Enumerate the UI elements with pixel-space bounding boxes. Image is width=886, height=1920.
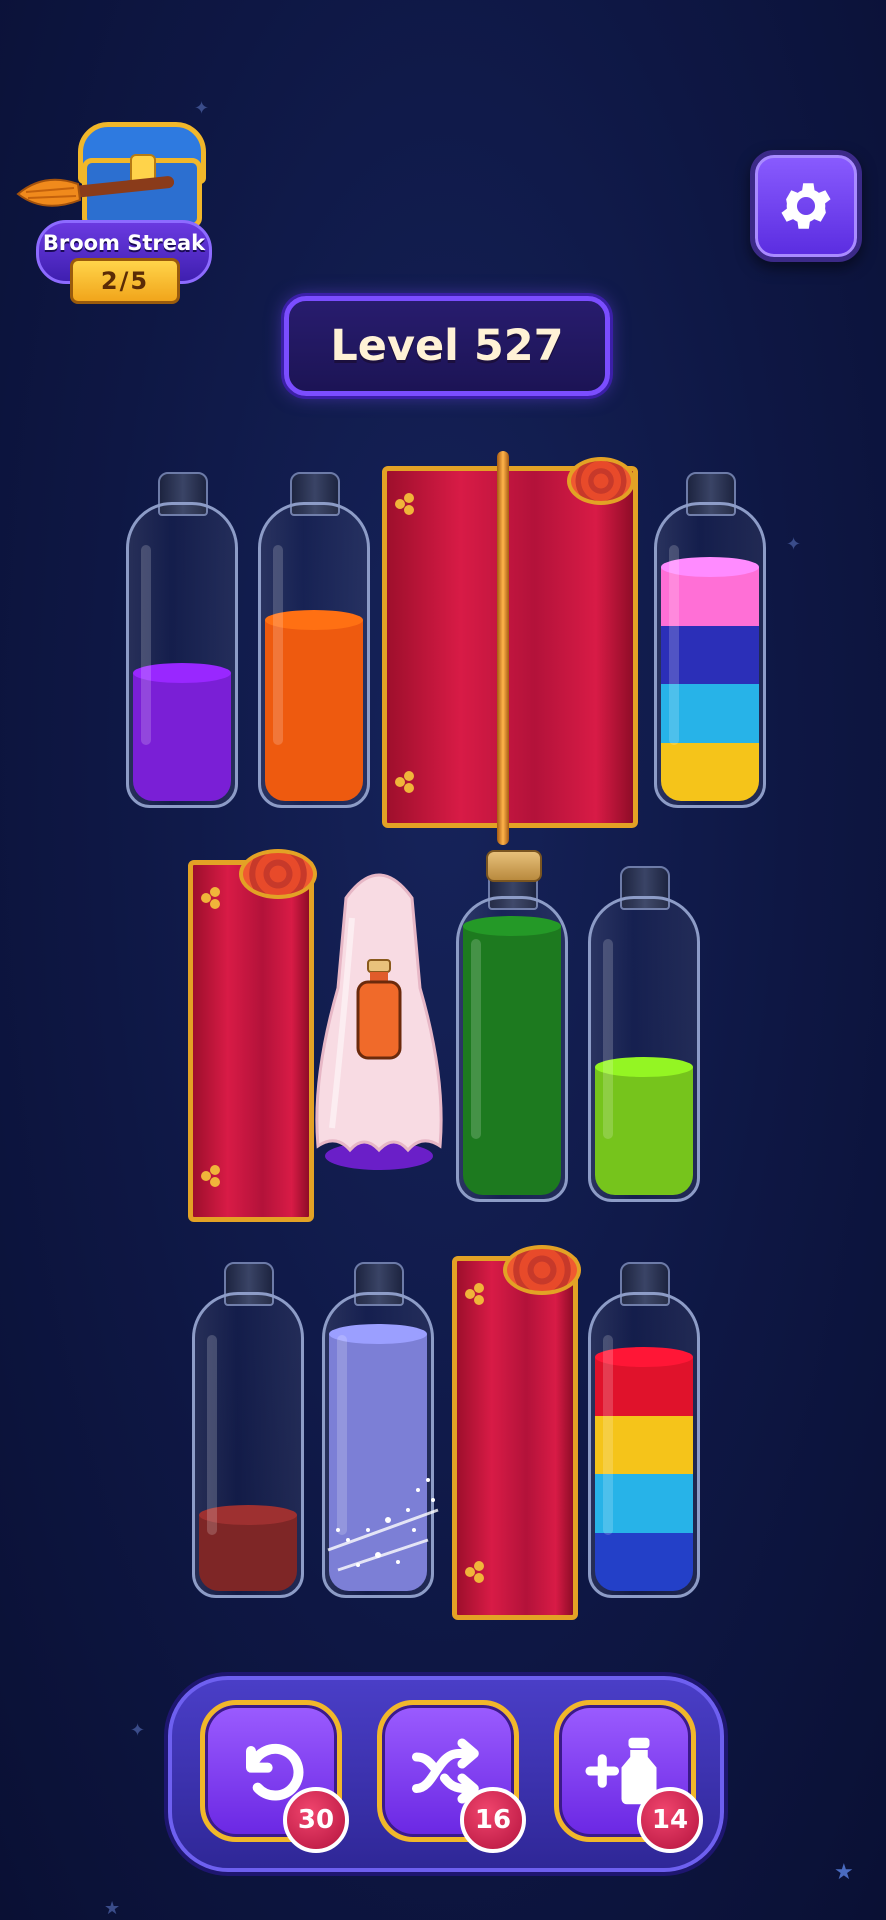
liquid-layer-blue — [595, 1532, 693, 1591]
sparkle-effect — [327, 1478, 439, 1572]
bottle-glass — [192, 1292, 304, 1598]
bottle[interactable] — [588, 866, 700, 1206]
settings-button[interactable] — [750, 150, 862, 262]
bottle[interactable] — [654, 472, 766, 812]
gear-icon — [781, 183, 831, 229]
ornament — [465, 1283, 489, 1307]
glass-shine — [603, 939, 613, 1139]
star-decoration: ✦ — [786, 534, 802, 555]
star-decoration: ★ — [104, 1898, 121, 1919]
streak-title: Broom Streak — [42, 231, 206, 255]
curtain-covered-bottles — [382, 451, 638, 845]
glass-shine — [471, 939, 481, 1139]
ornament — [465, 1561, 489, 1585]
ornament — [395, 771, 419, 795]
ornament — [201, 887, 225, 911]
cork-stopper — [486, 850, 542, 882]
add-bottle-count-badge: 14 — [637, 1787, 703, 1853]
undo-count-badge: 30 — [283, 1787, 349, 1853]
star-decoration: ✦ — [130, 1720, 146, 1741]
bottle-glass — [588, 896, 700, 1202]
bottle-glass — [456, 896, 568, 1202]
bottle[interactable] — [456, 850, 568, 1206]
glass-shine — [669, 545, 679, 745]
curtain-covered-bottle — [188, 849, 317, 1222]
bottle-glass — [654, 502, 766, 808]
liquid-layer-yellow — [661, 742, 759, 801]
bottle-glass — [588, 1292, 700, 1598]
shuffle-count-badge: 16 — [460, 1787, 526, 1853]
glass-shine — [141, 545, 151, 745]
curtain-roll — [239, 849, 317, 899]
ghost-covered-bottle — [312, 858, 446, 1172]
bottle-glass — [126, 502, 238, 808]
bottle-glass — [258, 502, 370, 808]
bottle[interactable] — [258, 472, 370, 812]
potion-icon — [356, 959, 402, 1060]
add-bottle-button[interactable]: 14 — [554, 1700, 703, 1853]
bottle[interactable] — [126, 472, 238, 812]
curtain-pole — [497, 451, 509, 845]
star-decoration: ✦ — [194, 98, 210, 119]
broom-streak-widget[interactable]: Broom Streak 2/5 — [12, 118, 212, 308]
bottle[interactable] — [588, 1262, 700, 1602]
streak-count: 2/5 — [70, 258, 180, 304]
broom-icon — [16, 176, 174, 207]
star-decoration: ★ — [834, 1860, 854, 1885]
undo-button[interactable]: 30 — [200, 1700, 349, 1853]
ornament — [201, 1165, 225, 1189]
glass-shine — [603, 1335, 613, 1535]
glass-shine — [207, 1335, 217, 1535]
curtain-covered-bottle — [452, 1245, 581, 1620]
level-label: Level 527 — [330, 321, 564, 371]
level-banner: Level 527 — [284, 296, 610, 396]
ornament — [395, 493, 419, 517]
bottle[interactable] — [192, 1262, 304, 1602]
shuffle-button[interactable]: 16 — [377, 1700, 526, 1853]
curtain-roll — [503, 1245, 581, 1295]
glass-shine — [273, 545, 283, 745]
curtain-roll — [567, 457, 635, 505]
